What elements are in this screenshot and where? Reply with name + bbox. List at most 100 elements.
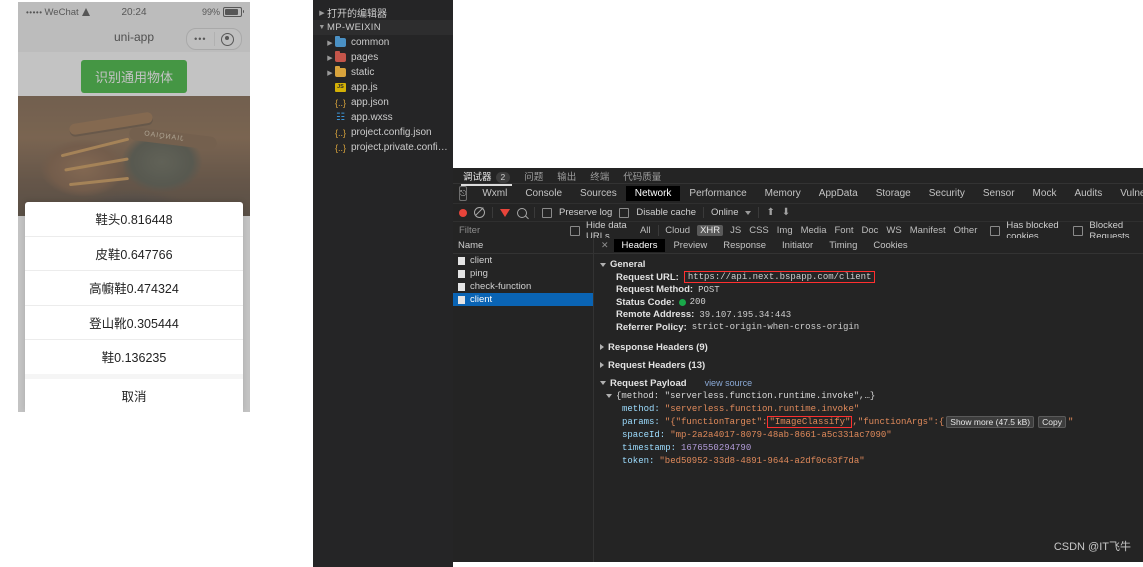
request-payload-section[interactable]: Request Payload view source [594, 377, 1143, 390]
action-sheet-item[interactable]: 鞋0.136235 [25, 340, 243, 374]
recognize-object-button[interactable]: 识别通用物体 [80, 60, 188, 93]
panel-tab-terminal[interactable]: 终端 [590, 169, 609, 183]
inspect-element-icon[interactable]: ⎋ [459, 186, 468, 201]
tab-wxml[interactable]: Wxml [473, 186, 516, 201]
chevron-down-icon[interactable]: ▼ [317, 24, 327, 31]
filter-icon[interactable] [500, 208, 510, 217]
request-method-key: Request Method: [616, 284, 694, 296]
resource-type-js[interactable]: JS [729, 225, 742, 236]
detail-tab-headers[interactable]: Headers [613, 239, 666, 252]
tab-vulnerability[interactable]: Vulnerability [1111, 186, 1143, 201]
tab-sensor[interactable]: Sensor [974, 186, 1024, 201]
tree-item-app-wxss[interactable]: ☷ app.wxss [313, 110, 453, 125]
filter-input[interactable]: Filter [459, 225, 564, 236]
action-sheet-item[interactable]: 皮鞋0.647766 [25, 237, 243, 271]
detail-tab-cookies[interactable]: Cookies [865, 239, 915, 252]
chevron-down-icon[interactable] [600, 381, 606, 385]
resource-type-other[interactable]: Other [953, 225, 979, 236]
clear-icon[interactable] [474, 207, 485, 218]
request-row[interactable]: client [453, 254, 593, 267]
tree-item-static[interactable]: ▶ static [313, 65, 453, 80]
resource-type-manifest[interactable]: Manifest [909, 225, 947, 236]
chevron-right-icon[interactable]: ▶ [325, 39, 335, 47]
resource-type-doc[interactable]: Doc [861, 225, 880, 236]
import-har-icon[interactable]: ⬆ [766, 207, 774, 218]
export-har-icon[interactable]: ⬇ [782, 207, 790, 218]
action-sheet-item[interactable]: 登山靴0.305444 [25, 306, 243, 340]
resource-type-ws[interactable]: WS [885, 225, 902, 236]
tree-item-app-js[interactable]: JS app.js [313, 80, 453, 95]
detail-tab-timing[interactable]: Timing [821, 239, 865, 252]
blocked-requests-checkbox[interactable] [1073, 225, 1084, 236]
request-url-key: Request URL: [616, 271, 679, 283]
tab-audits[interactable]: Audits [1065, 186, 1111, 201]
chevron-right-icon[interactable] [600, 344, 604, 350]
request-headers-section[interactable]: Request Headers (13) [594, 359, 1143, 372]
has-blocked-cookies-checkbox[interactable] [990, 225, 1001, 236]
chevron-right-icon[interactable]: ▶ [325, 54, 335, 62]
action-sheet-item[interactable]: 高幮鞋0.474324 [25, 271, 243, 306]
tab-appdata[interactable]: AppData [810, 186, 867, 201]
search-icon[interactable] [517, 207, 527, 218]
tree-item-common[interactable]: ▶ common [313, 35, 453, 50]
request-row[interactable]: ping [453, 267, 593, 280]
throttle-select[interactable]: Online [711, 207, 738, 218]
resource-type-font[interactable]: Font [833, 225, 854, 236]
general-section-header[interactable]: General [594, 258, 1143, 271]
request-row[interactable]: check-function [453, 280, 593, 293]
show-more-button[interactable]: Show more (47.5 kB) [946, 416, 1035, 428]
tab-sources[interactable]: Sources [571, 186, 626, 201]
panel-tab-problems[interactable]: 问题 [524, 169, 543, 183]
detail-tab-preview[interactable]: Preview [665, 239, 715, 252]
wechat-simulator: ••••• WeChat 20:24 99% uni-app ••• 识别通用物… [18, 2, 250, 412]
wechat-capsule-menu[interactable]: ••• [186, 28, 242, 50]
preserve-log-checkbox[interactable] [542, 207, 552, 218]
copy-button[interactable]: Copy [1038, 416, 1066, 428]
tab-mock[interactable]: Mock [1024, 186, 1066, 201]
close-icon[interactable]: ✕ [596, 240, 614, 251]
resource-type-cloud[interactable]: Cloud [664, 225, 691, 236]
panel-tab-debugger[interactable]: 调试器 2 [460, 169, 513, 186]
detail-tab-response[interactable]: Response [715, 239, 774, 252]
resource-type-img[interactable]: Img [776, 225, 794, 236]
view-source-link[interactable]: view source [705, 378, 753, 388]
tree-item-project-private-config[interactable]: {..} project.private.config.js... [313, 140, 453, 155]
more-menu-icon[interactable]: ••• [194, 34, 206, 44]
response-headers-label: Response Headers (9) [608, 341, 708, 353]
tab-performance[interactable]: Performance [680, 186, 755, 201]
chevron-right-icon[interactable] [600, 362, 604, 368]
tab-memory[interactable]: Memory [756, 186, 810, 201]
tree-item-pages[interactable]: ▶ pages [313, 50, 453, 65]
tab-storage[interactable]: Storage [867, 186, 920, 201]
project-root-row[interactable]: ▼ MP-WEIXIN [313, 20, 453, 35]
panel-tab-output[interactable]: 输出 [557, 169, 576, 183]
document-icon [458, 282, 465, 291]
payload-root-line[interactable]: {method: "serverless.function.runtime.in… [594, 390, 1143, 403]
tree-item-project-config[interactable]: {..} project.config.json [313, 125, 453, 140]
chevron-right-icon[interactable]: ▶ [317, 9, 327, 17]
action-sheet-cancel-button[interactable]: 取消 [25, 379, 243, 413]
chevron-right-icon[interactable]: ▶ [325, 69, 335, 77]
tab-console[interactable]: Console [516, 186, 571, 201]
request-url-value[interactable]: https://api.next.bspapp.com/client [683, 271, 876, 284]
record-icon[interactable] [459, 208, 467, 217]
request-row-selected[interactable]: client [453, 293, 593, 306]
tab-network[interactable]: Network [625, 186, 681, 201]
chevron-down-icon[interactable] [606, 394, 612, 398]
tab-security[interactable]: Security [920, 186, 974, 201]
detail-tab-initiator[interactable]: Initiator [774, 239, 821, 252]
response-headers-section[interactable]: Response Headers (9) [594, 341, 1143, 354]
action-sheet-item[interactable]: 鞋头0.816448 [25, 202, 243, 237]
resource-type-css[interactable]: CSS [748, 225, 770, 236]
resource-type-media[interactable]: Media [800, 225, 828, 236]
resource-type-xhr[interactable]: XHR [697, 225, 724, 236]
tree-item-app-json[interactable]: {..} app.json [313, 95, 453, 110]
chevron-down-icon[interactable] [600, 262, 606, 267]
panel-tab-code-quality[interactable]: 代码质量 [623, 169, 661, 183]
chevron-down-icon[interactable] [745, 210, 752, 215]
disable-cache-checkbox[interactable] [619, 207, 630, 218]
open-editors-row[interactable]: ▶ 打开的编辑器 [313, 5, 453, 20]
close-miniprogram-icon[interactable] [220, 32, 234, 46]
resource-type-all[interactable]: All [639, 225, 652, 236]
hide-data-urls-checkbox[interactable] [570, 225, 581, 236]
